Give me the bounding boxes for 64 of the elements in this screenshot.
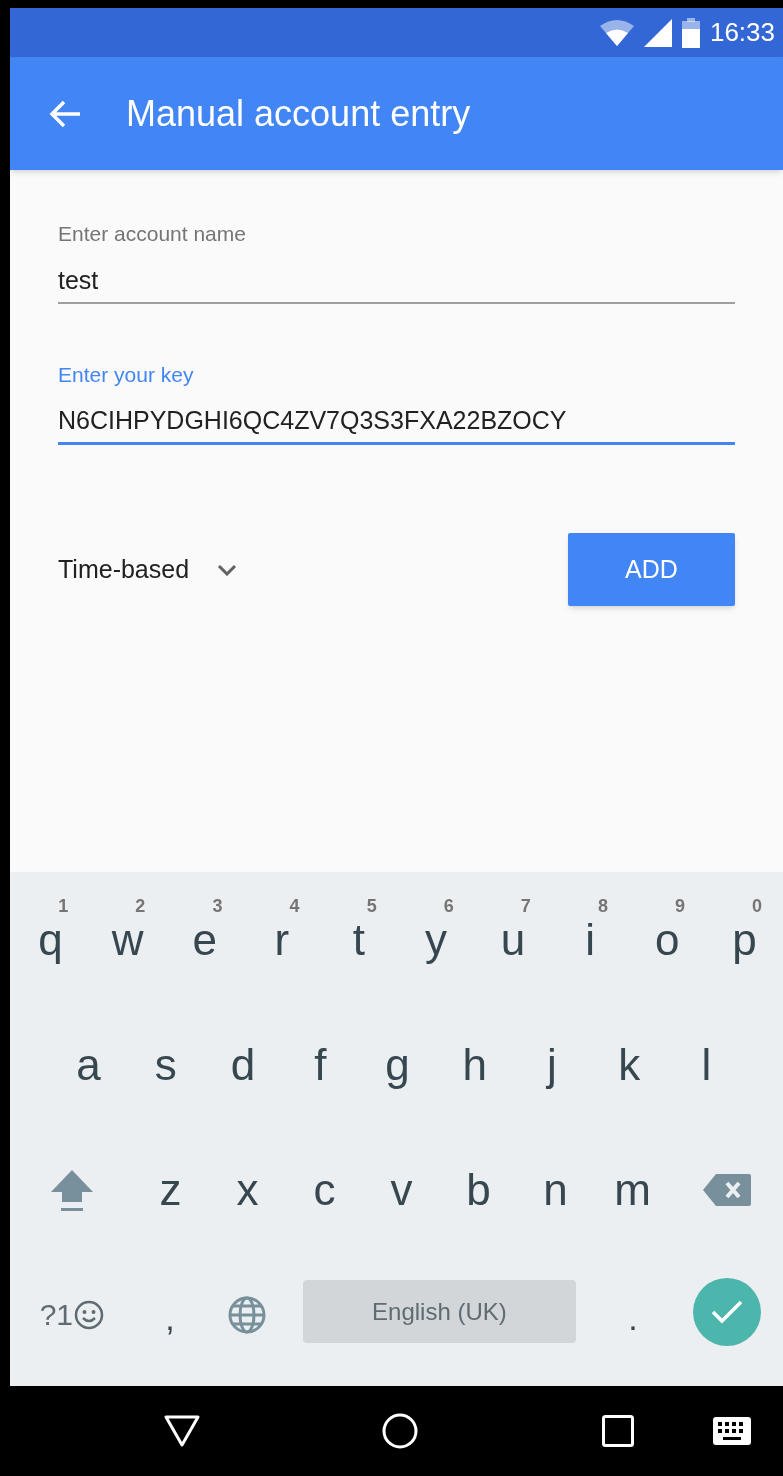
keyboard-key[interactable]: n <box>517 1127 594 1252</box>
globe-icon <box>226 1294 267 1335</box>
keyboard-key[interactable]: s <box>127 1002 205 1127</box>
keyboard-key[interactable]: , <box>131 1252 209 1377</box>
keyboard-key[interactable]: f <box>281 1002 359 1127</box>
screen-title: Manual account entry <box>126 91 471 136</box>
keyboard-key[interactable]: 7 u <box>474 877 552 1002</box>
recents-square-icon <box>602 1415 634 1447</box>
keyboard-key[interactable]: 5 t <box>320 877 398 1002</box>
keyboard-key[interactable]: . <box>594 1252 672 1377</box>
keyboard-key[interactable]: 6 y <box>397 877 475 1002</box>
key-hint: 0 <box>752 895 763 918</box>
status-time: 16:33 <box>709 16 775 49</box>
key-hint: 2 <box>135 895 146 918</box>
keyboard-key[interactable]: 4 r <box>243 877 321 1002</box>
key-hint: 7 <box>520 895 531 918</box>
space-bar[interactable]: English (UK) <box>303 1280 576 1343</box>
keyboard-key[interactable]: z <box>132 1127 209 1252</box>
smiley-icon <box>74 1299 104 1330</box>
keyboard-key[interactable]: c <box>286 1127 363 1252</box>
symbols-key[interactable]: ?1 <box>12 1252 132 1377</box>
keyboard-key[interactable]: 9 o <box>628 877 706 1002</box>
text-field[interactable]: Enter account name test <box>58 218 735 304</box>
key-hint: 3 <box>212 895 223 918</box>
keyboard-key[interactable]: h <box>436 1002 514 1127</box>
back-triangle-icon <box>164 1415 200 1447</box>
field-label: Enter account name <box>58 221 247 247</box>
keyboard-key[interactable]: a <box>50 1002 128 1127</box>
keyboard-icon <box>713 1417 751 1445</box>
keyboard-key[interactable]: 2 w <box>89 877 167 1002</box>
back-arrow-icon <box>49 99 81 128</box>
keyboard-key[interactable]: v <box>363 1127 440 1252</box>
keyboard-key[interactable]: 3 e <box>166 877 244 1002</box>
add-button[interactable]: ADD <box>568 533 735 606</box>
keyboard-key[interactable]: 1 q <box>12 877 90 1002</box>
home-button[interactable] <box>380 1411 420 1451</box>
keyboard-key[interactable]: l <box>667 1002 745 1127</box>
keyboard-key[interactable]: x <box>209 1127 286 1252</box>
home-circle-icon <box>382 1413 418 1449</box>
field-value: test <box>58 264 100 296</box>
text-field[interactable]: Enter your key N6CIHPYDGHI6QC4ZV7Q3S3FXA22BZOCY <box>58 358 735 445</box>
field-value: N6CIHPYDGHI6QC4ZV7Q3S3FXA22BZOCY <box>58 405 568 436</box>
keyboard-key[interactable]: 8 i <box>551 877 629 1002</box>
key-hint: 9 <box>675 895 685 918</box>
field-label: Enter your key <box>58 361 195 388</box>
wifi-icon <box>599 19 634 46</box>
keyboard-key[interactable]: b <box>440 1127 517 1252</box>
key-hint: 8 <box>597 895 608 918</box>
key-hint: 1 <box>58 895 69 918</box>
keyboard-key[interactable]: 0 p <box>705 877 783 1002</box>
key-hint: 5 <box>366 895 377 918</box>
keyboard-key[interactable]: j <box>513 1002 591 1127</box>
check-icon <box>710 1298 745 1325</box>
key-hint: 6 <box>443 895 454 918</box>
keyboard-key[interactable]: d <box>204 1002 282 1127</box>
battery-icon <box>681 17 700 48</box>
backspace-icon <box>703 1173 751 1206</box>
key-type-dropdown[interactable]: Time-based <box>58 550 238 589</box>
chevron-down-icon <box>217 563 238 576</box>
key-hint: 4 <box>289 895 300 918</box>
keyboard-key[interactable]: k <box>590 1002 668 1127</box>
signal-icon <box>643 18 672 47</box>
keyboard-key[interactable]: m <box>594 1127 671 1252</box>
keyboard-key[interactable]: g <box>358 1002 437 1127</box>
